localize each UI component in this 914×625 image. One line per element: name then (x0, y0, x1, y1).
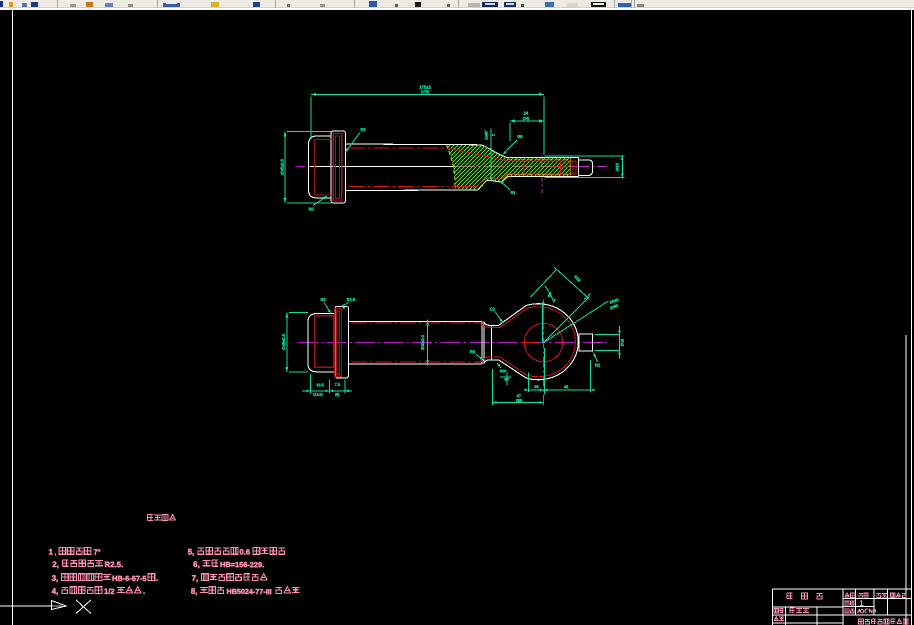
svg-text:(8): (8) (335, 393, 339, 397)
svg-text:1/2: 1/2 (104, 587, 115, 596)
svg-text:∅45±0.5: ∅45±0.5 (280, 158, 285, 174)
svg-text:HB=156-229.: HB=156-229. (220, 560, 264, 569)
svg-text:2: 2 (492, 134, 496, 136)
svg-text:R5: R5 (470, 349, 476, 354)
svg-text:,: , (54, 550, 56, 557)
svg-text:3,: 3, (52, 574, 59, 583)
svg-text:7.5: 7.5 (335, 383, 340, 387)
svg-text:∅30±0.2: ∅30±0.2 (421, 335, 425, 350)
svg-text:45: 45 (564, 385, 568, 389)
svg-text:R2.5.: R2.5. (104, 560, 123, 569)
svg-text:0.6: 0.6 (239, 548, 250, 557)
svg-text:175±2: 175±2 (419, 84, 431, 89)
svg-text:R1: R1 (510, 190, 516, 195)
svg-text:8,: 8, (191, 587, 198, 596)
svg-text:4,: 4, (52, 587, 59, 596)
svg-text:.: . (143, 587, 145, 596)
svg-text:(38): (38) (516, 399, 522, 403)
svg-text:R2: R2 (595, 362, 601, 367)
svg-text:HB-6-67-5: HB-6-67-5 (112, 574, 147, 583)
svg-text:7°: 7° (93, 548, 100, 557)
svg-text:38: 38 (534, 385, 538, 389)
svg-text:(24): (24) (523, 116, 529, 120)
svg-text:24: 24 (524, 110, 529, 115)
svg-text:6,: 6, (193, 560, 200, 569)
svg-text:(13.5): (13.5) (313, 393, 322, 397)
svg-text:1x45°: 1x45° (485, 130, 489, 140)
svg-text:R20: R20 (500, 369, 507, 373)
svg-text:7,: 7, (192, 574, 199, 583)
svg-text:∅16: ∅16 (621, 339, 625, 347)
svg-text:∅45±0.5: ∅45±0.5 (281, 333, 286, 349)
svg-text:R5: R5 (308, 206, 314, 211)
svg-text:R8: R8 (517, 134, 523, 139)
svg-text:47: 47 (517, 394, 521, 398)
svg-text:C2: C2 (490, 306, 496, 311)
svg-text:5,: 5, (188, 548, 195, 557)
svg-text:60°: 60° (504, 377, 510, 381)
svg-text:2,: 2, (52, 560, 59, 569)
svg-text:(175): (175) (421, 90, 429, 94)
svg-text:13.5: 13.5 (316, 383, 323, 387)
svg-text:.: . (156, 574, 158, 583)
svg-text:R2: R2 (320, 297, 326, 302)
svg-text:1: 1 (48, 548, 53, 557)
svg-text:R1.5: R1.5 (347, 297, 356, 302)
svg-text:HB5024-77-III: HB5024-77-III (226, 587, 271, 596)
svg-text:M16: M16 (615, 162, 620, 171)
svg-text:R2: R2 (360, 127, 366, 132)
